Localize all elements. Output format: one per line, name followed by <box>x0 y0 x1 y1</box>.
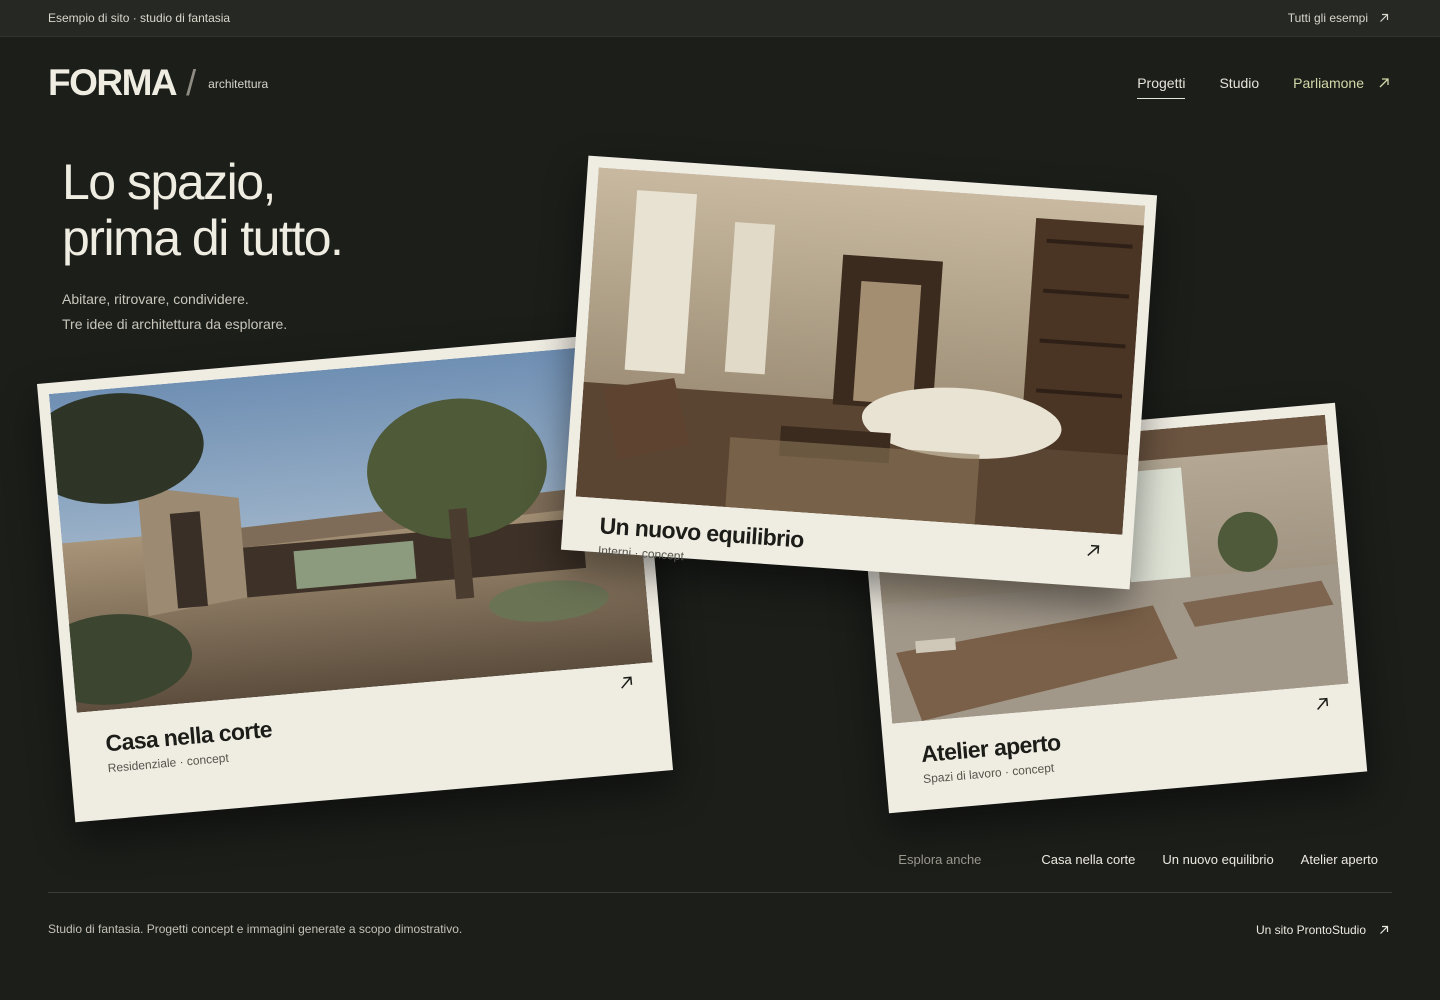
hero-headline-line-1: Lo spazio, <box>62 154 276 210</box>
hero-lead: Abitare, ritrovare, condividere. Tre ide… <box>62 287 287 337</box>
all-examples-label: Tutti gli esempi <box>1287 11 1368 25</box>
hero-lead-line-2: Tre idee di architettura da esplorare. <box>62 316 288 332</box>
site-disclaimer: Esempio di sito · studio di fantasia <box>48 11 231 25</box>
project-photo-un-nuovo-equilibrio <box>575 167 1146 535</box>
explore-link-un-nuovo-equilibrio[interactable]: Un nuovo equilibrio <box>1162 852 1273 867</box>
nav-item-progetti[interactable]: Progetti <box>1137 75 1186 99</box>
explore-links: Esplora anche Casa nella corte Un nuovo … <box>898 852 1378 867</box>
footer-divider <box>48 892 1392 893</box>
project-card-un-nuovo-equilibrio[interactable]: Un nuovo equilibrio Interni · concept <box>560 155 1158 590</box>
main-nav: Progetti Studio Parliamone <box>1103 75 1390 99</box>
nav-item-studio[interactable]: Studio <box>1219 75 1259 97</box>
hero-lead-line-1: Abitare, ritrovare, condividere. <box>62 291 249 307</box>
arrow-up-right-icon[interactable] <box>1314 695 1331 712</box>
brand-separator: / <box>186 62 197 103</box>
nav-cta-label: Parliamone <box>1293 75 1364 91</box>
explore-link-atelier-aperto[interactable]: Atelier aperto <box>1301 852 1378 867</box>
arrow-up-right-icon <box>1378 77 1390 89</box>
brand-subtitle: architettura <box>208 77 269 91</box>
top-bar: Esempio di sito · studio di fantasia Tut… <box>0 0 1440 37</box>
arrow-up-right-icon <box>1378 924 1390 936</box>
footer-note: Studio di fantasia. Progetti concept e i… <box>48 922 463 936</box>
nav-cta-parliamone[interactable]: Parliamone <box>1293 75 1390 97</box>
arrow-up-right-icon <box>1378 12 1390 24</box>
brand-logo[interactable]: FORMA / architettura <box>48 62 268 104</box>
explore-label: Esplora anche <box>898 852 982 867</box>
arrow-up-right-icon[interactable] <box>1085 542 1102 559</box>
explore-link-casa-nella-corte[interactable]: Casa nella corte <box>1041 852 1135 867</box>
footer-credit-label: Un sito ProntoStudio <box>1255 923 1366 937</box>
footer-credit-link[interactable]: Un sito ProntoStudio <box>1256 923 1390 937</box>
hero-headline-line-2: prima di tutto. <box>62 210 344 266</box>
all-examples-link[interactable]: Tutti gli esempi <box>1288 11 1390 25</box>
brand-name: FORMA <box>48 62 178 103</box>
arrow-up-right-icon[interactable] <box>618 674 635 691</box>
hero-headline: Lo spazio, prima di tutto. <box>62 154 344 266</box>
